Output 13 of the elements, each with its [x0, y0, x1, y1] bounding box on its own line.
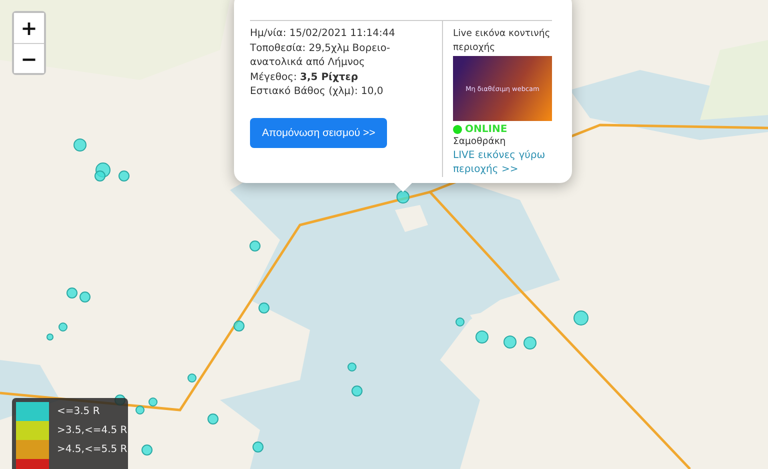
location-text: Τοποθεσία: 29,5χλμ Βορειο-ανατολικά από Λήμνος [250, 42, 392, 70]
isolate-earthquake-button[interactable]: Απομόνωση σεισμού >> [250, 118, 388, 148]
status-text: ONLINE [465, 124, 508, 135]
depth-text: Εστιακό Βάθος (χλμ): 10,0 [250, 85, 384, 99]
legend-label: >3.5,<=4.5 R [57, 425, 128, 436]
place-name: Σαμοθράκη [453, 135, 506, 148]
date-text: Ημ/νία: 15/02/2021 11:14:44 [250, 27, 396, 41]
live-images-link[interactable]: LIVE εικόνες γύρω περιοχής >> [453, 148, 552, 176]
webcam-title: Live εικόνα κοντινής περιοχής [453, 27, 552, 54]
zoom-out-button[interactable]: − [14, 43, 44, 73]
magnitude-text: Μέγεθος: 3,5 Ρίχτερ [250, 70, 359, 84]
legend-label: >4.5,<=5.5 R [57, 444, 128, 455]
legend-label: <=3.5 R [57, 406, 100, 417]
